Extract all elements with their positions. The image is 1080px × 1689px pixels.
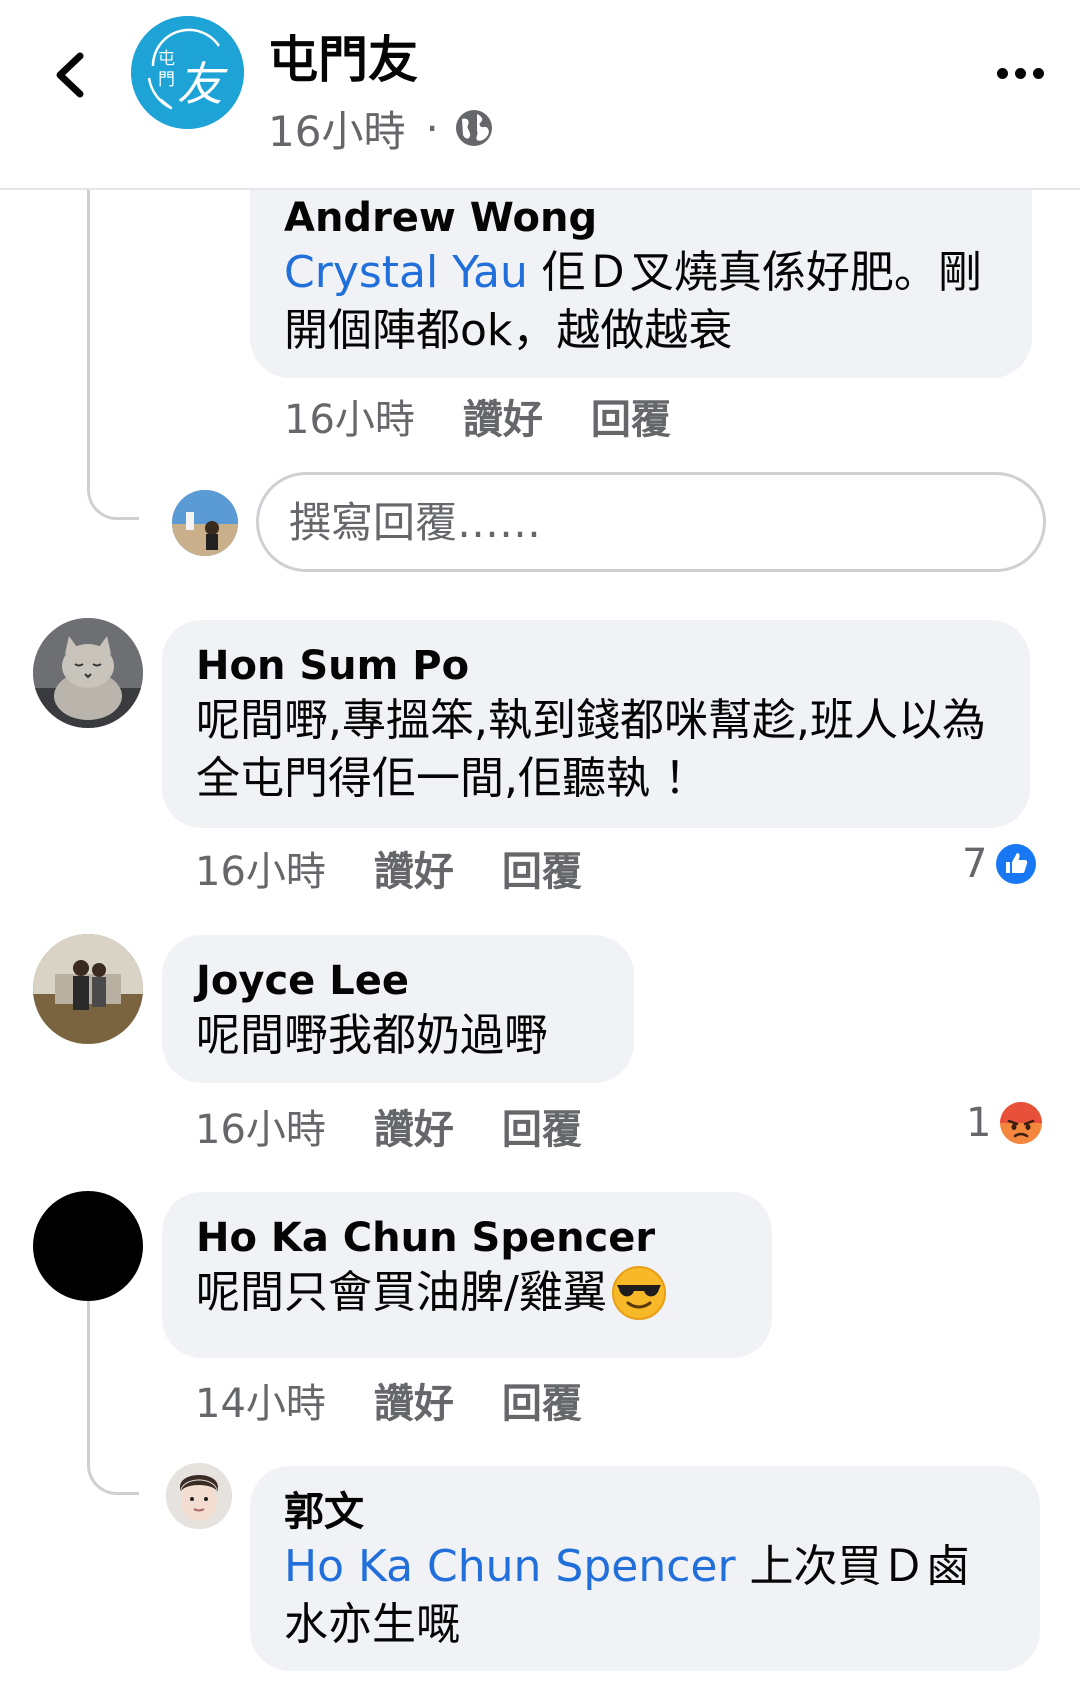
comment-author[interactable]: Ho Ka Chun Spencer — [196, 1212, 738, 1264]
comment-bubble: Ho Ka Chun Spencer 呢間只會買油脾/雞翼 — [162, 1192, 772, 1358]
comment-text: Crystal Yau 佢Ｄ叉燒真係好肥。剛開個陣都ok，越做越衰 — [284, 247, 982, 356]
sunglasses-emoji-icon — [611, 1266, 666, 1320]
cat-avatar — [33, 618, 143, 728]
like-button[interactable]: 讚好 — [463, 387, 543, 445]
page-logo: 屯 門 友 — [131, 16, 244, 129]
thread-line — [87, 1301, 139, 1495]
comment-text: 呢間只會買油脾/雞翼 — [196, 1264, 738, 1322]
page-name[interactable]: 屯門友 — [268, 28, 418, 92]
reply-button[interactable]: 回覆 — [502, 1097, 582, 1155]
commenter-avatar[interactable] — [33, 618, 143, 728]
comment-actions: 16小時 讚好 回覆 — [195, 838, 630, 898]
post-meta: 16小時 · — [268, 100, 495, 156]
svg-text:屯: 屯 — [158, 49, 175, 69]
commenter-avatar[interactable] — [33, 1191, 143, 1301]
reaction-summary[interactable]: 7 — [962, 836, 1039, 892]
thread-line — [87, 190, 139, 520]
comment-text: 呢間嘢,專搵笨,執到錢都咪幫趁,班人以為全屯門得佢一間,佢聽執 ！ — [196, 695, 986, 804]
more-dots-icon — [996, 67, 1008, 79]
mention-link[interactable]: Crystal Yau — [284, 247, 528, 298]
globe-icon — [455, 110, 492, 146]
svg-text:友: 友 — [177, 57, 228, 111]
comment-bubble: Hon Sum Po 呢間嘢,專搵笨,執到錢都咪幫趁,班人以為全屯門得佢一間,佢… — [162, 620, 1030, 828]
comment-actions: 16小時 讚好 回覆 — [195, 1096, 630, 1156]
post-time: 16小時 — [268, 106, 406, 156]
comment-author[interactable]: Hon Sum Po — [196, 640, 996, 692]
back-button[interactable] — [40, 40, 100, 110]
comment-author[interactable]: Andrew Wong — [284, 192, 998, 244]
like-button[interactable]: 讚好 — [374, 1371, 454, 1429]
comment-actions: 14小時 讚好 回覆 — [195, 1370, 630, 1430]
reply-button[interactable]: 回覆 — [591, 387, 671, 445]
page-avatar[interactable]: 屯 門 友 — [131, 16, 244, 129]
comment-time[interactable]: 16小時 — [195, 839, 326, 897]
more-options-button[interactable] — [985, 48, 1055, 98]
reply-button[interactable]: 回覆 — [502, 839, 582, 897]
reaction-count: 1 — [966, 1100, 992, 1146]
comment-bubble: 郭文 Ho Ka Chun Spencer 上次買Ｄ鹵水亦生嘅 — [250, 1466, 1040, 1671]
comment-bubble: Joyce Lee 呢間嘢我都奶過嘢 — [162, 935, 634, 1083]
comment-text: 呢間嘢我都奶過嘢 — [196, 1010, 548, 1061]
commenter-avatar[interactable] — [166, 1463, 232, 1529]
current-user-avatar[interactable] — [172, 490, 238, 556]
comment-bubble: Andrew Wong Crystal Yau 佢Ｄ叉燒真係好肥。剛開個陣都ok… — [250, 180, 1032, 378]
svg-text:門: 門 — [158, 70, 175, 90]
like-button[interactable]: 讚好 — [374, 1097, 454, 1155]
comment-author[interactable]: 郭文 — [284, 1486, 1006, 1538]
comment-text: Ho Ka Chun Spencer 上次買Ｄ鹵水亦生嘅 — [284, 1541, 970, 1650]
reaction-count: 7 — [962, 841, 988, 887]
comment-time[interactable]: 16小時 — [284, 387, 415, 445]
mention-link[interactable]: Ho Ka Chun Spencer — [284, 1541, 736, 1592]
comment-time[interactable]: 16小時 — [195, 1097, 326, 1155]
comment-author[interactable]: Joyce Lee — [196, 955, 600, 1007]
chevron-left-icon — [56, 52, 84, 98]
reply-input[interactable] — [256, 472, 1046, 572]
reaction-summary[interactable]: 1 — [966, 1095, 1045, 1151]
like-button[interactable]: 讚好 — [374, 839, 454, 897]
angry-reaction-icon — [998, 1100, 1045, 1146]
comment-time[interactable]: 14小時 — [195, 1371, 326, 1429]
post-header: 屯 門 友 屯門友 16小時 · — [0, 0, 1080, 190]
like-reaction-icon — [994, 842, 1039, 886]
commenter-avatar[interactable] — [33, 934, 143, 1044]
comment-actions: 16小時 讚好 回覆 — [284, 386, 719, 446]
meta-separator: · — [425, 103, 439, 153]
reply-button[interactable]: 回覆 — [502, 1371, 582, 1429]
